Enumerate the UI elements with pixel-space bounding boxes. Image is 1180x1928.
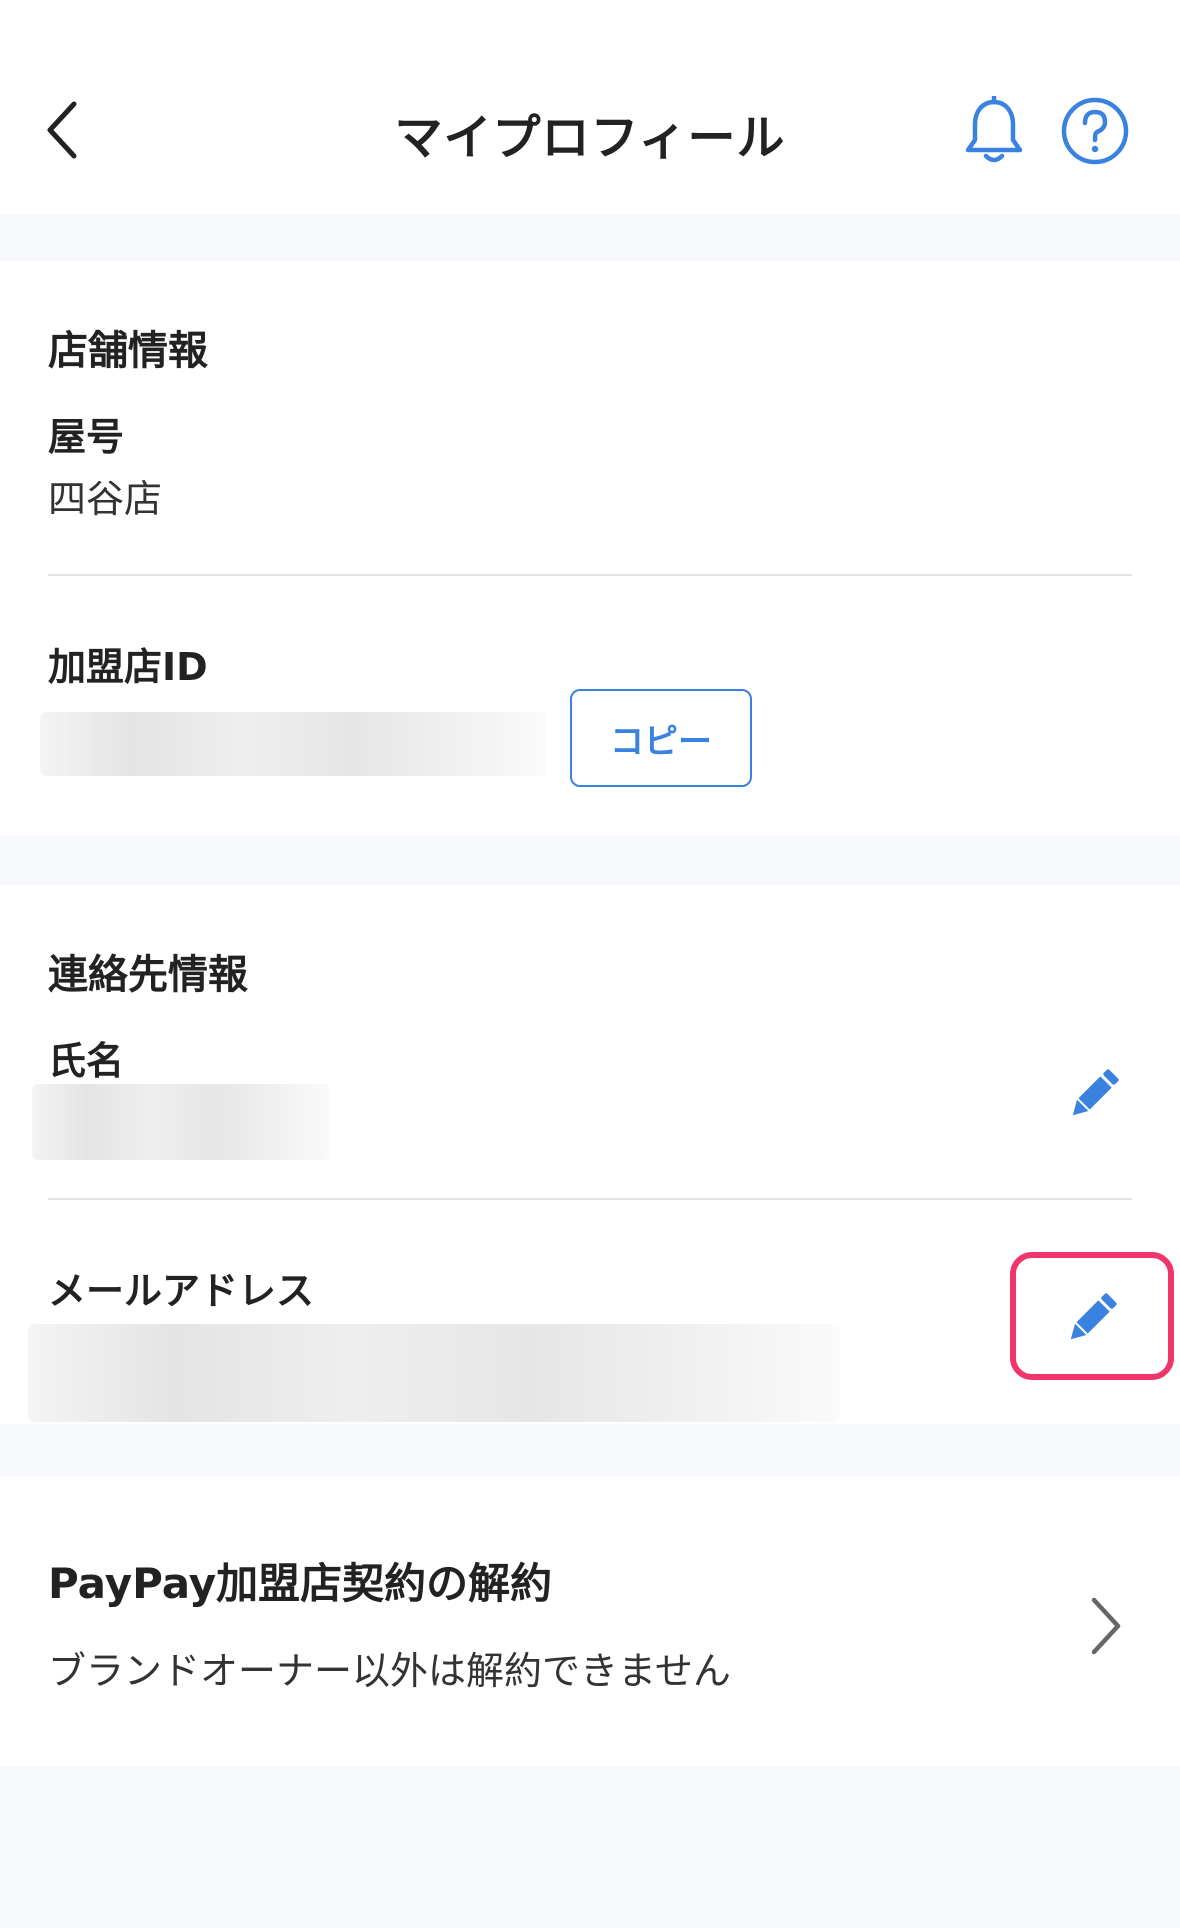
bell-icon xyxy=(965,94,1023,163)
cancel-contract-row[interactable]: PayPay加盟店契約の解約 ブランドオーナー以外は解約できません xyxy=(0,1476,1180,1766)
shop-name-label: 屋号 xyxy=(48,415,125,459)
shop-name-value: 四谷店 xyxy=(48,477,163,521)
divider xyxy=(48,1198,1132,1200)
contact-info-title: 連絡先情報 xyxy=(48,952,248,998)
merchant-id-value-redacted xyxy=(40,712,546,776)
cancel-contract-title: PayPay加盟店契約の解約 xyxy=(48,1559,553,1608)
help-icon xyxy=(1061,97,1129,165)
contact-info-card: 連絡先情報 氏名 メールアドレス xyxy=(0,886,1180,1424)
store-info-card: 店舗情報 屋号 四谷店 加盟店ID コピー xyxy=(0,262,1180,836)
highlight-frame xyxy=(1010,1252,1174,1380)
notification-button[interactable] xyxy=(962,94,1026,166)
edit-name-button[interactable] xyxy=(1054,1054,1134,1134)
cancel-contract-description: ブランドオーナー以外は解約できません xyxy=(48,1649,731,1693)
merchant-id-label: 加盟店ID xyxy=(48,645,208,689)
email-value-redacted xyxy=(28,1324,840,1422)
app-header: マイプロフィール xyxy=(0,0,1180,214)
help-button[interactable] xyxy=(1060,96,1130,166)
name-label: 氏名 xyxy=(48,1039,125,1083)
email-label: メールアドレス xyxy=(48,1269,315,1313)
name-value-redacted xyxy=(32,1084,330,1160)
divider xyxy=(48,574,1132,576)
pencil-icon xyxy=(1072,1069,1119,1116)
chevron-right-icon xyxy=(1091,1597,1121,1655)
copy-button[interactable]: コピー xyxy=(570,689,752,787)
store-info-title: 店舗情報 xyxy=(48,328,208,374)
